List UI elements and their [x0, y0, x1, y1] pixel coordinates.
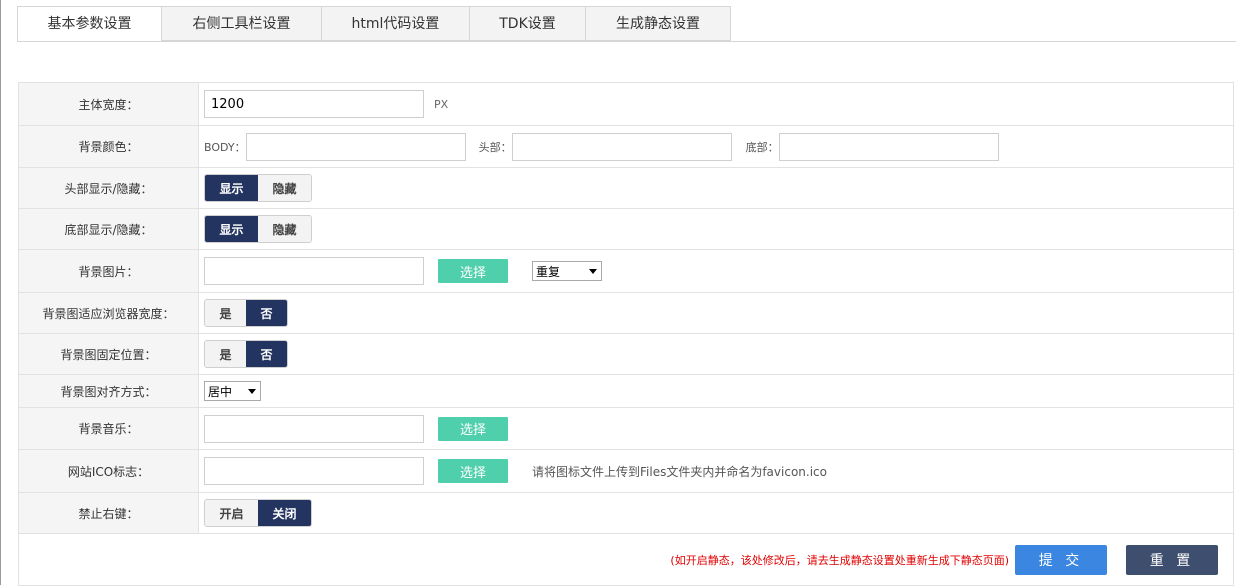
tab-tdk[interactable]: TDK设置: [470, 6, 586, 41]
row-bg-fixed: 背景图固定位置： 是 否: [19, 334, 1233, 375]
static-warning-text: (如开启静态，该处修改后，请去生成静态设置处重新生成下静态页面): [670, 553, 1009, 567]
header-hide-option[interactable]: 隐藏: [258, 175, 311, 201]
bg-color-body-input[interactable]: [245, 132, 466, 161]
bg-image-cell: 选择 重复: [199, 250, 1233, 292]
disable-right-click-cell: 开启 关闭: [199, 493, 1233, 533]
row-favicon: 网站ICO标志： 选择 请将图标文件上传到Files文件夹内并命名为favico…: [19, 450, 1233, 493]
bg-fit-cell: 是 否: [199, 293, 1233, 333]
tab-right-toolbar[interactable]: 右侧工具栏设置: [162, 6, 322, 41]
tab-divider: [17, 41, 1236, 42]
bg-fit-label: 背景图适应浏览器宽度：: [19, 293, 199, 333]
chevron-down-icon: [589, 268, 597, 274]
favicon-cell: 选择 请将图标文件上传到Files文件夹内并命名为favicon.ico: [199, 450, 1233, 492]
body-width-input[interactable]: [204, 90, 424, 118]
row-bg-align: 背景图对齐方式： 居中: [19, 375, 1233, 408]
reset-button[interactable]: 重 置: [1126, 544, 1218, 575]
row-bg-music: 背景音乐： 选择: [19, 408, 1233, 450]
bg-align-label: 背景图对齐方式：: [19, 375, 199, 407]
body-width-label: 主体宽度：: [19, 83, 199, 125]
bg-color-header-label: 头部：: [478, 140, 512, 154]
bg-fixed-yes-option[interactable]: 是: [205, 341, 246, 367]
bg-music-cell: 选择: [199, 408, 1233, 449]
bg-align-select[interactable]: 居中: [204, 381, 261, 401]
favicon-label: 网站ICO标志：: [19, 450, 199, 492]
bg-fixed-label: 背景图固定位置：: [19, 334, 199, 374]
bg-fixed-cell: 是 否: [199, 334, 1233, 374]
settings-form: 主体宽度： PX 背景颜色： BODY： 头部： 底部： 头部显示/隐藏：: [18, 82, 1234, 586]
row-bg-image: 背景图片： 选择 重复: [19, 250, 1233, 293]
header-display-label: 头部显示/隐藏：: [19, 168, 199, 208]
disable-right-click-label: 禁止右键：: [19, 493, 199, 533]
right-click-off-option[interactable]: 关闭: [258, 500, 311, 526]
bg-music-choose-button[interactable]: 选择: [438, 416, 508, 441]
bg-color-footer-input[interactable]: [778, 132, 999, 161]
bg-image-choose-button[interactable]: 选择: [438, 259, 508, 283]
bg-image-label: 背景图片：: [19, 250, 199, 292]
row-bg-fit: 背景图适应浏览器宽度： 是 否: [19, 293, 1233, 334]
bg-music-input[interactable]: [204, 414, 424, 443]
bg-color-header-input[interactable]: [511, 132, 732, 161]
row-bg-color: 背景颜色： BODY： 头部： 底部：: [19, 126, 1233, 168]
tab-basic-settings[interactable]: 基本参数设置: [17, 6, 162, 42]
row-disable-right-click: 禁止右键： 开启 关闭: [19, 493, 1233, 534]
bg-fit-no-option[interactable]: 否: [246, 300, 287, 326]
row-header-display: 头部显示/隐藏： 显示 隐藏: [19, 168, 1233, 209]
favicon-choose-button[interactable]: 选择: [438, 459, 508, 483]
header-display-cell: 显示 隐藏: [199, 168, 1233, 208]
bg-color-body-label: BODY：: [204, 140, 246, 154]
header-show-option[interactable]: 显示: [205, 175, 258, 201]
bg-color-label: 背景颜色：: [19, 126, 199, 167]
tab-static-generation[interactable]: 生成静态设置: [586, 6, 731, 41]
tab-html-code[interactable]: html代码设置: [322, 6, 470, 41]
bg-color-footer-label: 底部：: [745, 140, 779, 154]
footer-display-toggle: 显示 隐藏: [204, 215, 312, 243]
tab-bar: 基本参数设置 右侧工具栏设置 html代码设置 TDK设置 生成静态设置: [17, 6, 731, 42]
bg-fit-toggle: 是 否: [204, 299, 288, 327]
bg-fit-yes-option[interactable]: 是: [205, 300, 246, 326]
page-frame: 基本参数设置 右侧工具栏设置 html代码设置 TDK设置 生成静态设置 主体宽…: [0, 0, 1236, 586]
body-width-unit: PX: [434, 97, 449, 111]
bg-fixed-toggle: 是 否: [204, 340, 288, 368]
submit-button[interactable]: 提 交: [1015, 544, 1107, 575]
bg-align-value: 居中: [208, 384, 233, 399]
disable-right-click-toggle: 开启 关闭: [204, 499, 312, 527]
right-click-on-option[interactable]: 开启: [205, 500, 258, 526]
chevron-down-icon: [248, 388, 256, 394]
row-body-width: 主体宽度： PX: [19, 83, 1233, 126]
form-footer: (如开启静态，该处修改后，请去生成静态设置处重新生成下静态页面) 提 交 重 置: [19, 534, 1233, 585]
footer-hide-option[interactable]: 隐藏: [258, 216, 311, 242]
bg-align-cell: 居中: [199, 375, 1233, 407]
bg-repeat-value: 重复: [536, 264, 561, 279]
footer-show-option[interactable]: 显示: [205, 216, 258, 242]
bg-color-cell: BODY： 头部： 底部：: [199, 126, 1233, 167]
header-display-toggle: 显示 隐藏: [204, 174, 312, 202]
favicon-input[interactable]: [204, 457, 424, 485]
bg-music-label: 背景音乐：: [19, 408, 199, 449]
row-footer-display: 底部显示/隐藏： 显示 隐藏: [19, 209, 1233, 250]
bg-fixed-no-option[interactable]: 否: [246, 341, 287, 367]
footer-display-cell: 显示 隐藏: [199, 209, 1233, 249]
favicon-hint: 请将图标文件上传到Files文件夹内并命名为favicon.ico: [532, 464, 827, 479]
bg-repeat-select[interactable]: 重复: [532, 261, 602, 281]
bg-image-input[interactable]: [204, 257, 424, 285]
body-width-cell: PX: [199, 83, 1233, 125]
footer-display-label: 底部显示/隐藏：: [19, 209, 199, 249]
